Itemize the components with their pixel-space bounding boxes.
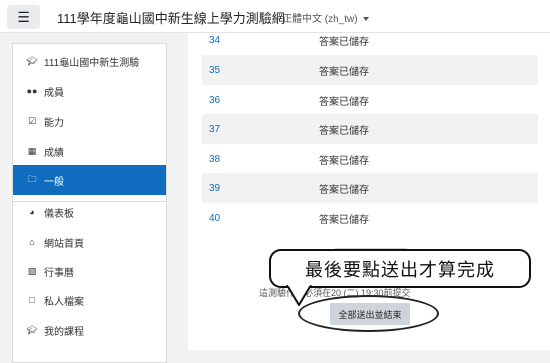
sidebar-item-label: 能力 (44, 117, 64, 129)
sidebar-item-label: 我的課程 (44, 326, 84, 338)
question-status: 答案已儲存 (319, 36, 369, 48)
menu-toggle-button[interactable]: ☰ (7, 5, 40, 29)
table-icon: ▦ (27, 145, 37, 156)
file-icon: □ (29, 295, 35, 305)
quiz-summary-panel: 34 答案已儲存 35 答案已儲存 36 答案已儲存 37 答案已儲存 38 答… (188, 33, 550, 350)
table-row: 40 答案已儲存 (202, 203, 538, 233)
question-status: 答案已儲存 (319, 125, 369, 137)
table-row: 37 答案已儲存 (202, 114, 538, 144)
sidebar-item-private-files[interactable]: □ 私人檔案 (13, 285, 166, 315)
sidebar-nav: 🎓︎ 111龜山國中新生測驗 ●● 成員 ☑ 能力 ▦ 成績 🗀︎ 一般 ◕ 儀… (12, 43, 167, 363)
sidebar-item-label: 網站首頁 (44, 238, 84, 250)
question-number-link[interactable]: 38 (202, 154, 319, 165)
annotation-callout: 最後要點送出才算完成 (269, 249, 531, 288)
sidebar-item-label: 成員 (44, 87, 64, 99)
language-label: 正體中文 (zh_tw) (282, 14, 358, 25)
question-status: 答案已儲存 (319, 184, 369, 196)
sidebar-item-dashboard[interactable]: ◕ 儀表板 (13, 197, 166, 227)
graduation-cap-icon: 🎓︎ (26, 324, 38, 335)
question-number-link[interactable]: 35 (202, 65, 319, 76)
table-row: 38 答案已儲存 (202, 144, 538, 174)
table-row: 35 答案已儲存 (202, 55, 538, 85)
question-status: 答案已儲存 (319, 155, 369, 167)
sidebar-item-calendar[interactable]: ▧ 行事曆 (13, 256, 166, 286)
callout-tail (286, 285, 312, 306)
question-number-link[interactable]: 39 (202, 183, 319, 194)
table-row: 34 答案已儲存 (202, 25, 538, 55)
sidebar-item-label: 111龜山國中新生測驗 (44, 57, 140, 69)
sidebar-item-participants[interactable]: ●● 成員 (13, 76, 166, 106)
question-status: 答案已儲存 (319, 96, 369, 108)
sidebar-item-home[interactable]: ⌂ 網站首頁 (13, 227, 166, 257)
check-square-icon: ☑ (27, 115, 37, 126)
users-icon: ●● (26, 86, 38, 96)
sidebar-item-label: 儀表板 (44, 208, 74, 220)
question-status: 答案已儲存 (319, 66, 369, 78)
sidebar-item-course[interactable]: 🎓︎ 111龜山國中新生測驗 (13, 46, 166, 76)
question-number-link[interactable]: 37 (202, 124, 319, 135)
question-number-link[interactable]: 40 (202, 213, 319, 224)
sidebar-item-my-courses[interactable]: 🎓︎ 我的課程 (13, 315, 166, 345)
sidebar-item-label: 成績 (44, 147, 64, 159)
sidebar-item-grades[interactable]: ▦ 成績 (13, 136, 166, 166)
sidebar-item-general[interactable]: 🗀︎ 一般 (13, 165, 166, 195)
chevron-down-icon (362, 17, 369, 22)
home-icon: ⌂ (29, 237, 35, 247)
table-row: 39 答案已儲存 (202, 173, 538, 203)
graduation-cap-icon: 🎓︎ (26, 55, 38, 66)
sidebar-item-label: 行事曆 (44, 267, 74, 279)
folder-icon: 🗀︎ (27, 174, 37, 184)
question-number-link[interactable]: 36 (202, 95, 319, 106)
sidebar-item-label: 一般 (44, 176, 64, 188)
calendar-icon: ▧ (27, 265, 37, 276)
question-number-link[interactable]: 34 (202, 35, 319, 46)
dashboard-icon: ◕ (29, 207, 35, 217)
sidebar-item-competencies[interactable]: ☑ 能力 (13, 106, 166, 136)
table-row: 36 答案已儲存 (202, 85, 538, 115)
sidebar-item-label: 私人檔案 (44, 296, 84, 308)
callout-text: 最後要點送出才算完成 (305, 259, 495, 280)
question-status: 答案已儲存 (319, 214, 369, 226)
hamburger-icon: ☰ (17, 8, 30, 25)
language-selector[interactable]: 正體中文 (zh_tw) (282, 10, 369, 25)
